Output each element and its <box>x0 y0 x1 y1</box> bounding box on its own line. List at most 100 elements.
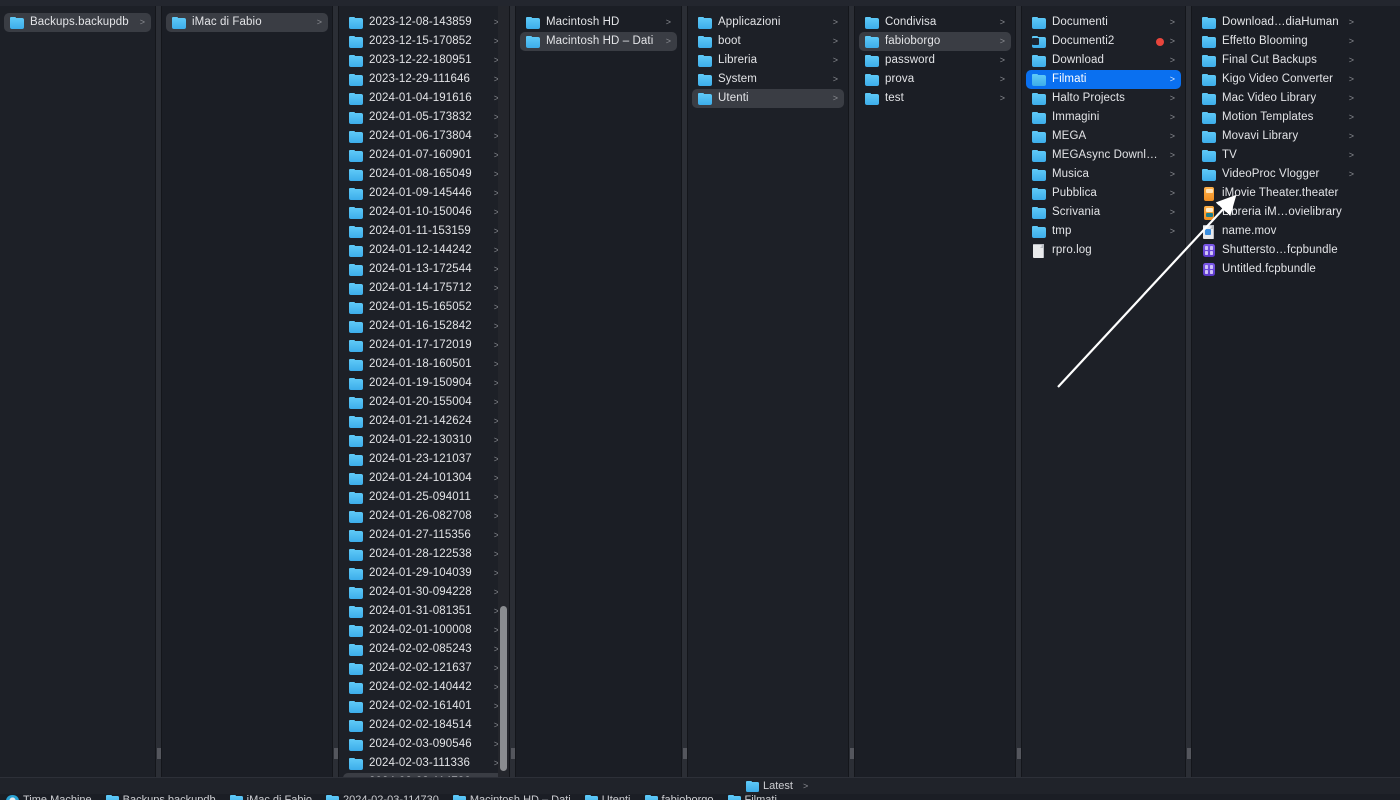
list-item[interactable]: 2024-01-08-165049 > <box>343 165 505 184</box>
list-item[interactable]: 2024-01-14-175712 > <box>343 279 505 298</box>
scrollbar-track[interactable] <box>498 6 509 777</box>
list-item[interactable]: Libreria > <box>692 51 844 70</box>
list-item[interactable]: 2024-01-12-144242 > <box>343 241 505 260</box>
column-resize-handle[interactable] <box>509 748 516 759</box>
path-current-item[interactable]: Latest > <box>746 780 808 792</box>
list-item[interactable]: Macintosh HD – Dati > <box>520 32 677 51</box>
list-item[interactable]: iMovie Theater.theater <box>1196 184 1360 203</box>
breadcrumb-item[interactable]: iMac di Fabio <box>229 794 312 800</box>
list-item[interactable]: 2024-02-02-140442 > <box>343 678 505 697</box>
list-item[interactable]: 2024-01-28-122538 > <box>343 545 505 564</box>
list-item[interactable]: Documenti > <box>1026 13 1181 32</box>
list-item[interactable]: 2024-01-11-153159 > <box>343 222 505 241</box>
list-item[interactable]: Movavi Library > <box>1196 127 1360 146</box>
column-resize-handle[interactable] <box>1185 748 1192 759</box>
breadcrumb-item[interactable]: Filmati <box>727 794 777 800</box>
list-item[interactable]: Download…diaHuman > <box>1196 13 1360 32</box>
list-item[interactable]: fabioborgo > <box>859 32 1011 51</box>
breadcrumb-item[interactable]: fabioborgo <box>644 794 714 800</box>
list-item[interactable]: Scrivania > <box>1026 203 1181 222</box>
list-item[interactable]: 2024-01-18-160501 > <box>343 355 505 374</box>
list-item[interactable]: 2024-02-02-161401 > <box>343 697 505 716</box>
breadcrumb-item[interactable]: Utenti <box>584 794 631 800</box>
column-resize-handle[interactable] <box>155 748 162 759</box>
list-item[interactable]: Musica > <box>1026 165 1181 184</box>
list-item[interactable]: System > <box>692 70 844 89</box>
list-item[interactable]: Condivisa > <box>859 13 1011 32</box>
list-item[interactable]: 2024-01-25-094011 > <box>343 488 505 507</box>
breadcrumb-item[interactable]: Time Machine <box>6 794 92 800</box>
list-item[interactable]: 2024-02-02-121637 > <box>343 659 505 678</box>
list-item[interactable]: 2024-01-31-081351 > <box>343 602 505 621</box>
breadcrumb-item[interactable]: Backups.backupdb <box>105 794 216 800</box>
list-item[interactable]: Mac Video Library > <box>1196 89 1360 108</box>
list-item[interactable]: 2024-01-30-094228 > <box>343 583 505 602</box>
list-item[interactable]: Backups.backupdb > <box>4 13 151 32</box>
column-divider[interactable] <box>848 6 855 777</box>
list-item[interactable]: Documenti2 > <box>1026 32 1181 51</box>
column-divider[interactable] <box>681 6 688 777</box>
list-item[interactable]: Macintosh HD > <box>520 13 677 32</box>
list-item[interactable]: name.mov <box>1196 222 1360 241</box>
breadcrumb-item[interactable]: Macintosh HD – Dati <box>452 794 571 800</box>
column-divider[interactable] <box>1015 6 1022 777</box>
list-item[interactable]: password > <box>859 51 1011 70</box>
list-item[interactable]: prova > <box>859 70 1011 89</box>
list-item[interactable]: 2024-02-02-184514 > <box>343 716 505 735</box>
list-item[interactable]: 2024-01-13-172544 > <box>343 260 505 279</box>
list-item[interactable]: 2023-12-08-143859 > <box>343 13 505 32</box>
list-item[interactable]: 2024-01-17-172019 > <box>343 336 505 355</box>
list-item[interactable]: tmp > <box>1026 222 1181 241</box>
list-item[interactable]: 2024-02-03-090546 > <box>343 735 505 754</box>
column-divider[interactable] <box>1185 6 1192 777</box>
list-item[interactable]: 2024-01-15-165052 > <box>343 298 505 317</box>
list-item[interactable]: 2024-01-04-191616 > <box>343 89 505 108</box>
column-resize-handle[interactable] <box>681 748 688 759</box>
list-item[interactable]: 2024-01-19-150904 > <box>343 374 505 393</box>
list-item[interactable]: 2024-01-10-150046 > <box>343 203 505 222</box>
list-item[interactable]: 2024-02-02-085243 > <box>343 640 505 659</box>
list-item[interactable]: Shuttersto…fcpbundle <box>1196 241 1360 260</box>
list-item[interactable]: Halto Projects > <box>1026 89 1181 108</box>
list-item[interactable]: Applicazioni > <box>692 13 844 32</box>
list-item[interactable]: Libreria iM…ovielibrary <box>1196 203 1360 222</box>
list-item[interactable]: test > <box>859 89 1011 108</box>
list-item[interactable]: 2024-01-09-145446 > <box>343 184 505 203</box>
list-item[interactable]: Effetto Blooming > <box>1196 32 1360 51</box>
list-item[interactable]: MEGAsync Downloads > <box>1026 146 1181 165</box>
list-item[interactable]: 2024-01-27-115356 > <box>343 526 505 545</box>
list-item[interactable]: 2024-02-01-100008 > <box>343 621 505 640</box>
list-item[interactable]: boot > <box>692 32 844 51</box>
list-item[interactable]: Pubblica > <box>1026 184 1181 203</box>
breadcrumb-item[interactable]: 2024-02-03-114730 <box>326 794 439 800</box>
list-item[interactable]: Filmati > <box>1026 70 1181 89</box>
list-item[interactable]: TV > <box>1196 146 1360 165</box>
list-item[interactable]: Immagini > <box>1026 108 1181 127</box>
list-item[interactable]: 2024-01-23-121037 > <box>343 450 505 469</box>
scrollbar-thumb[interactable] <box>500 606 507 771</box>
list-item[interactable]: 2024-02-03-114730> <box>343 773 505 777</box>
column-resize-handle[interactable] <box>332 748 339 759</box>
list-item[interactable]: Final Cut Backups > <box>1196 51 1360 70</box>
column-resize-handle[interactable] <box>848 748 855 759</box>
column-resize-handle[interactable] <box>1015 748 1022 759</box>
list-item[interactable]: 2023-12-29-111646 > <box>343 70 505 89</box>
list-item[interactable]: 2024-01-24-101304 > <box>343 469 505 488</box>
list-item[interactable]: 2024-01-21-142624 > <box>343 412 505 431</box>
list-item[interactable]: Untitled.fcpbundle <box>1196 260 1360 279</box>
list-item[interactable]: 2023-12-15-170852 > <box>343 32 505 51</box>
list-item[interactable]: 2024-01-26-082708 > <box>343 507 505 526</box>
list-item[interactable]: MEGA > <box>1026 127 1181 146</box>
list-item[interactable]: 2024-01-16-152842 > <box>343 317 505 336</box>
list-item[interactable]: 2024-01-22-130310 > <box>343 431 505 450</box>
column-divider[interactable] <box>332 6 339 777</box>
list-item[interactable]: rpro.log <box>1026 241 1181 260</box>
list-item[interactable]: 2024-01-20-155004 > <box>343 393 505 412</box>
list-item[interactable]: 2024-01-05-173832 > <box>343 108 505 127</box>
list-item[interactable]: 2024-01-06-173804 > <box>343 127 505 146</box>
column-divider[interactable] <box>155 6 162 777</box>
list-item[interactable]: Download > <box>1026 51 1181 70</box>
list-item[interactable]: 2024-02-03-111336 > <box>343 754 505 773</box>
list-item[interactable]: Motion Templates > <box>1196 108 1360 127</box>
list-item[interactable]: iMac di Fabio > <box>166 13 328 32</box>
